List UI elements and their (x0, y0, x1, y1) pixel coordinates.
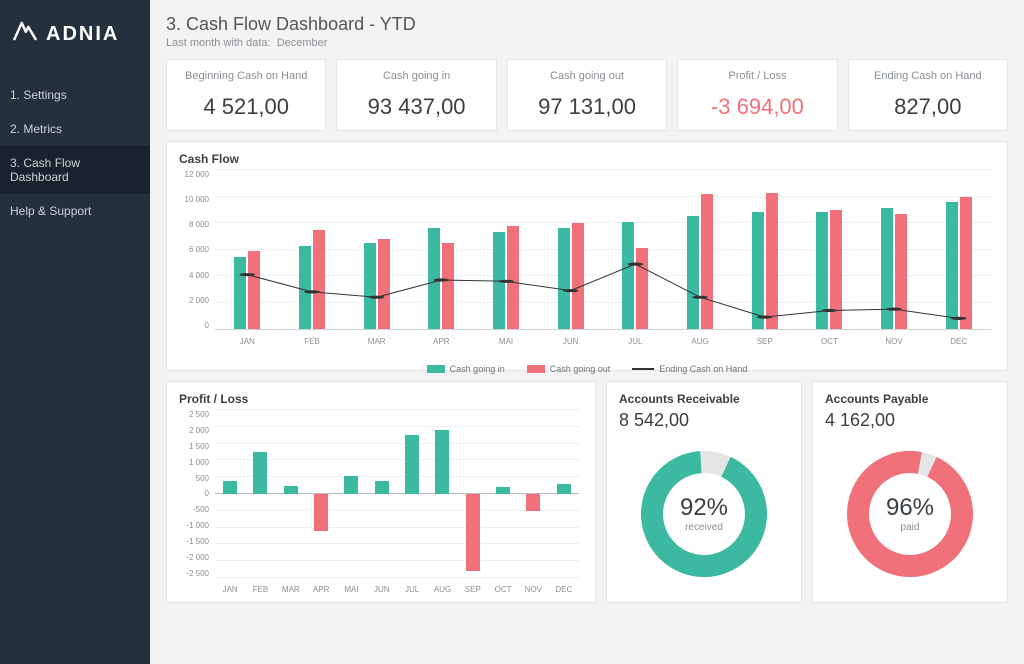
bar-profit-loss (405, 435, 419, 494)
sidebar: ADNIA 1. Settings2. Metrics3. Cash Flow … (0, 0, 150, 664)
accounts-payable-panel: Accounts Payable 4 162,00 96% paid (812, 381, 1008, 603)
bar-profit-loss (284, 486, 298, 494)
brand-name: ADNIA (46, 23, 119, 46)
bar-profit-loss (557, 484, 571, 494)
bar-profit-loss (435, 430, 449, 494)
ar-center: 92% received (680, 494, 728, 533)
ar-total: 8 542,00 (619, 410, 789, 431)
main-content: 3. Cash Flow Dashboard - YTD Last month … (150, 0, 1024, 664)
cash-flow-chart: 12 00010 0008 0006 0004 0002 0000JANFEBM… (179, 170, 995, 348)
kpi-value: -3 694,00 (682, 94, 832, 120)
kpi-label: Cash going out (512, 70, 662, 82)
cash-flow-panel: Cash Flow 12 00010 0008 0006 0004 0002 0… (166, 141, 1008, 371)
bar-profit-loss (375, 481, 389, 494)
bar-profit-loss (223, 481, 237, 494)
page-subtitle: Last month with data: December (166, 37, 1008, 49)
bar-profit-loss (253, 452, 267, 494)
ap-total: 4 162,00 (825, 410, 995, 431)
kpi-card: Cash going in 93 437,00 (336, 59, 496, 131)
swatch-icon (427, 365, 445, 373)
profit-loss-panel: Profit / Loss 2 5002 0001 5001 0005000-5… (166, 381, 596, 603)
nav-item[interactable]: 1. Settings (0, 78, 150, 112)
kpi-label: Beginning Cash on Hand (171, 70, 321, 82)
cash-flow-legend: Cash going in Cash going out Ending Cash… (167, 364, 1007, 374)
brand-logo: ADNIA (0, 18, 150, 78)
legend-ending-cash: Ending Cash on Hand (632, 364, 747, 374)
accounts-receivable-panel: Accounts Receivable 8 542,00 92% receive… (606, 381, 802, 603)
bar-profit-loss (344, 476, 358, 494)
swatch-icon (632, 368, 654, 370)
kpi-value: 97 131,00 (512, 94, 662, 120)
kpi-label: Profit / Loss (682, 70, 832, 82)
nav-item[interactable]: Help & Support (0, 194, 150, 228)
kpi-card: Cash going out 97 131,00 (507, 59, 667, 131)
bar-profit-loss (496, 487, 510, 494)
ap-title: Accounts Payable (825, 392, 995, 406)
kpi-value: 827,00 (853, 94, 1003, 120)
swatch-icon (527, 365, 545, 373)
kpi-value: 93 437,00 (341, 94, 491, 120)
page-title: 3. Cash Flow Dashboard - YTD (166, 14, 1008, 35)
cash-flow-title: Cash Flow (179, 152, 995, 166)
bar-profit-loss (526, 494, 540, 511)
ar-donut: 92% received (619, 435, 789, 592)
kpi-value: 4 521,00 (171, 94, 321, 120)
nav-item[interactable]: 2. Metrics (0, 112, 150, 146)
legend-cash-in: Cash going in (427, 364, 505, 374)
kpi-label: Cash going in (341, 70, 491, 82)
kpi-label: Ending Cash on Hand (853, 70, 1003, 82)
kpi-card: Profit / Loss -3 694,00 (677, 59, 837, 131)
kpi-row: Beginning Cash on Hand 4 521,00 Cash going… (166, 59, 1008, 131)
legend-cash-out: Cash going out (527, 364, 611, 374)
ar-title: Accounts Receivable (619, 392, 789, 406)
bottom-row: Profit / Loss 2 5002 0001 5001 0005000-5… (166, 381, 1008, 603)
nav-list: 1. Settings2. Metrics3. Cash Flow Dashbo… (0, 78, 150, 228)
nav-item[interactable]: 3. Cash Flow Dashboard (0, 146, 150, 194)
bar-profit-loss (314, 494, 328, 531)
logo-icon (12, 18, 38, 50)
ap-center: 96% paid (886, 494, 934, 533)
profit-loss-title: Profit / Loss (179, 392, 583, 406)
profit-loss-chart: 2 5002 0001 5001 0005000-500-1 000-1 500… (179, 410, 583, 596)
kpi-card: Ending Cash on Hand 827,00 (848, 59, 1008, 131)
ap-donut: 96% paid (825, 435, 995, 592)
bar-profit-loss (466, 494, 480, 571)
kpi-card: Beginning Cash on Hand 4 521,00 (166, 59, 326, 131)
